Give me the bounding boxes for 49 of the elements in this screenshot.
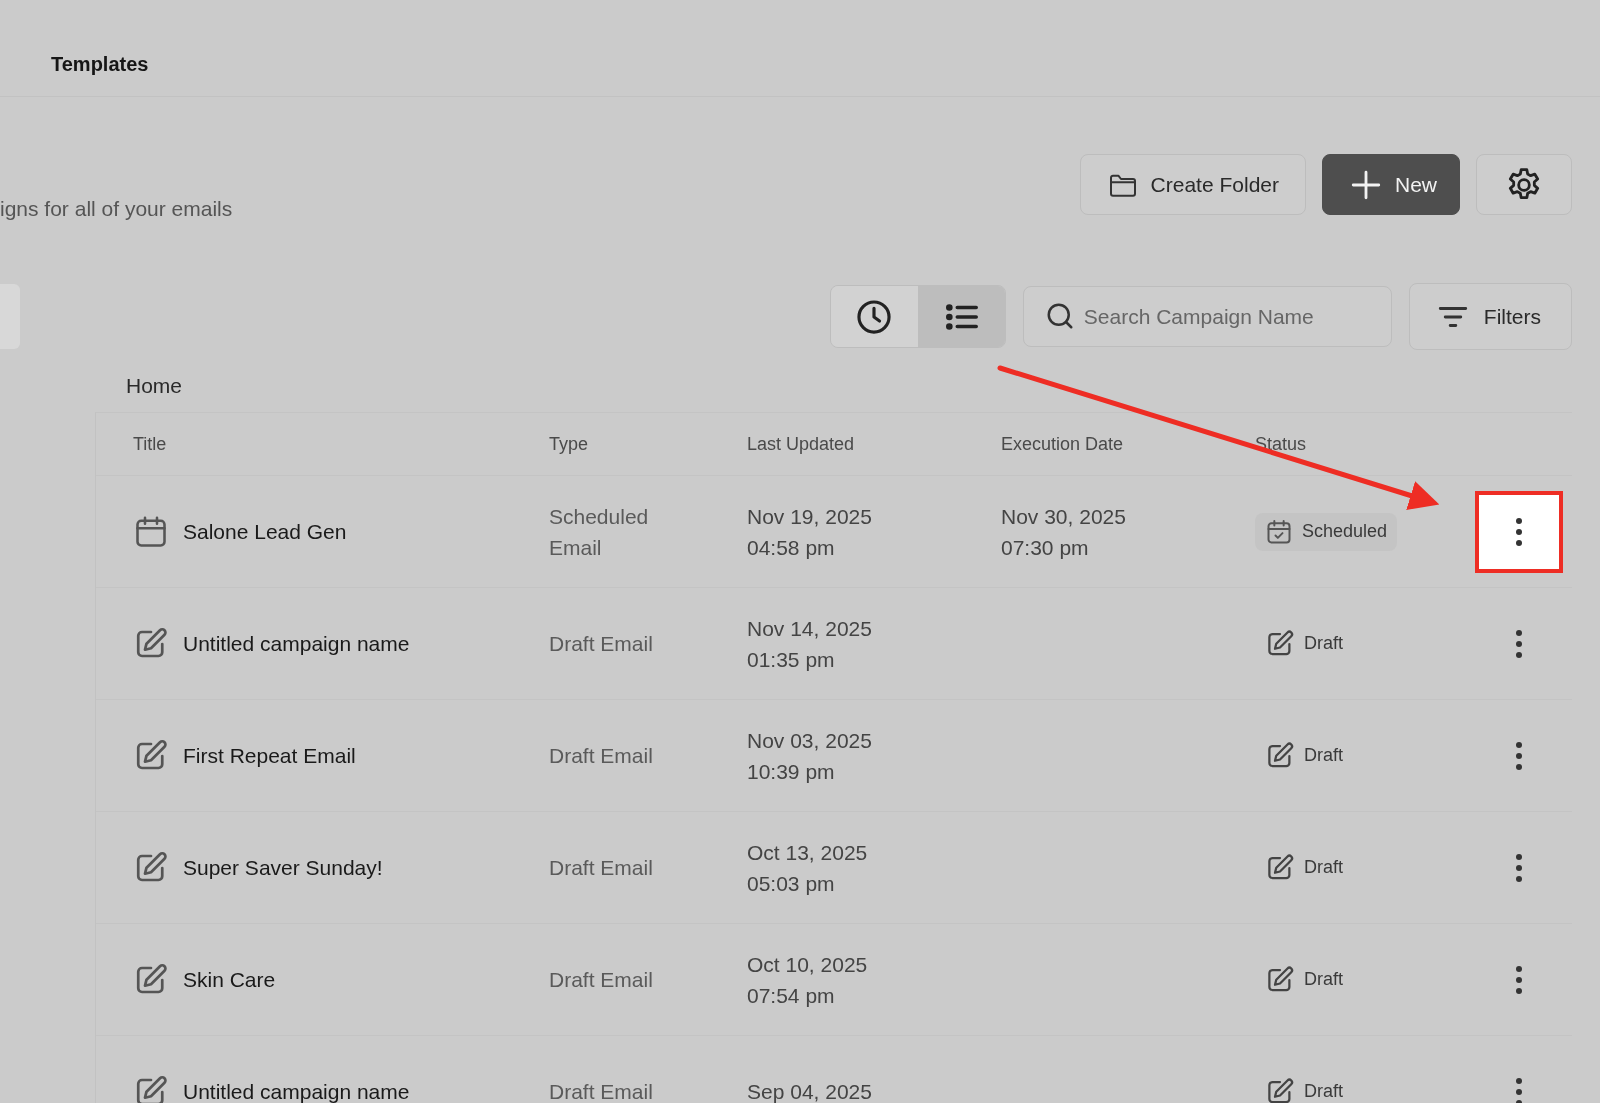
date-cell-text: Nov 19, 2025 04:58 pm [747,503,873,561]
campaign-title[interactable]: Salone Lead Gen [183,519,347,544]
status-tag: Draft [1255,959,1353,1000]
kebab-icon [1514,1076,1523,1103]
more-button[interactable] [1474,490,1563,573]
page-title: Templates [51,52,149,76]
campaign-title[interactable]: Untitled campaign name [183,631,410,656]
date-cell-text: Nov 30, 2025 07:30 pm [1001,503,1127,561]
column-header: Execution Date [1001,433,1125,455]
view-toggle[interactable] [917,286,1005,347]
page-subtitle: igns for all of your emails [0,196,233,221]
type-cell-text: Draft Email [549,855,654,881]
date-cell-text: Nov 03, 2025 10:39 pm [747,727,873,785]
edit-icon [1265,1076,1295,1103]
campaign-title[interactable]: Untitled campaign name [183,1079,410,1103]
column-header: Type [549,433,590,455]
clock-icon [855,297,894,336]
campaign-title[interactable]: Skin Care [183,967,276,992]
status-tag: Draft [1255,1071,1353,1103]
status-tag: Draft [1255,735,1353,776]
column-header: Title [132,433,168,455]
campaign-title[interactable]: First Repeat Email [183,743,356,768]
date-cell-text: Sep 04, 2025 [747,1079,873,1103]
type-cell-text: Draft Email [549,967,654,993]
type-cell-text: Draft Email [549,631,654,657]
status-tag: Draft [1255,623,1353,664]
type-cell-text: Draft Email [549,743,654,769]
breadcrumb[interactable]: Home [126,370,1572,402]
campaign-title[interactable]: Super Saver Sunday! [183,855,383,880]
kebab-icon [1514,852,1523,883]
calendar-check-icon [1265,517,1293,546]
date-cell-text: Oct 10, 2025 07:54 pm [747,951,869,1009]
column-header: Last Updated [747,433,856,455]
kebab-icon [1514,516,1523,547]
type-cell-text: Draft Email [549,1079,654,1103]
new-button[interactable]: New [1322,154,1460,215]
kebab-icon [1514,628,1523,659]
settings-button[interactable] [1476,154,1572,215]
status-tag: Draft [1255,847,1353,888]
date-cell-text: Oct 13, 2025 05:03 pm [747,839,869,897]
view-toggle[interactable] [830,286,918,347]
create-folder-button[interactable]: Create Folder [1079,154,1306,215]
filters-button[interactable]: Filters [1408,283,1572,350]
kebab-icon [1514,740,1523,771]
status-tag: Scheduled [1255,512,1398,551]
kebab-icon [1514,964,1523,995]
date-cell-text: Nov 14, 2025 01:35 pm [747,615,873,673]
type-cell-text: Scheduled Email [549,503,650,561]
search-field[interactable]: Search Campaign Name [1022,286,1392,347]
